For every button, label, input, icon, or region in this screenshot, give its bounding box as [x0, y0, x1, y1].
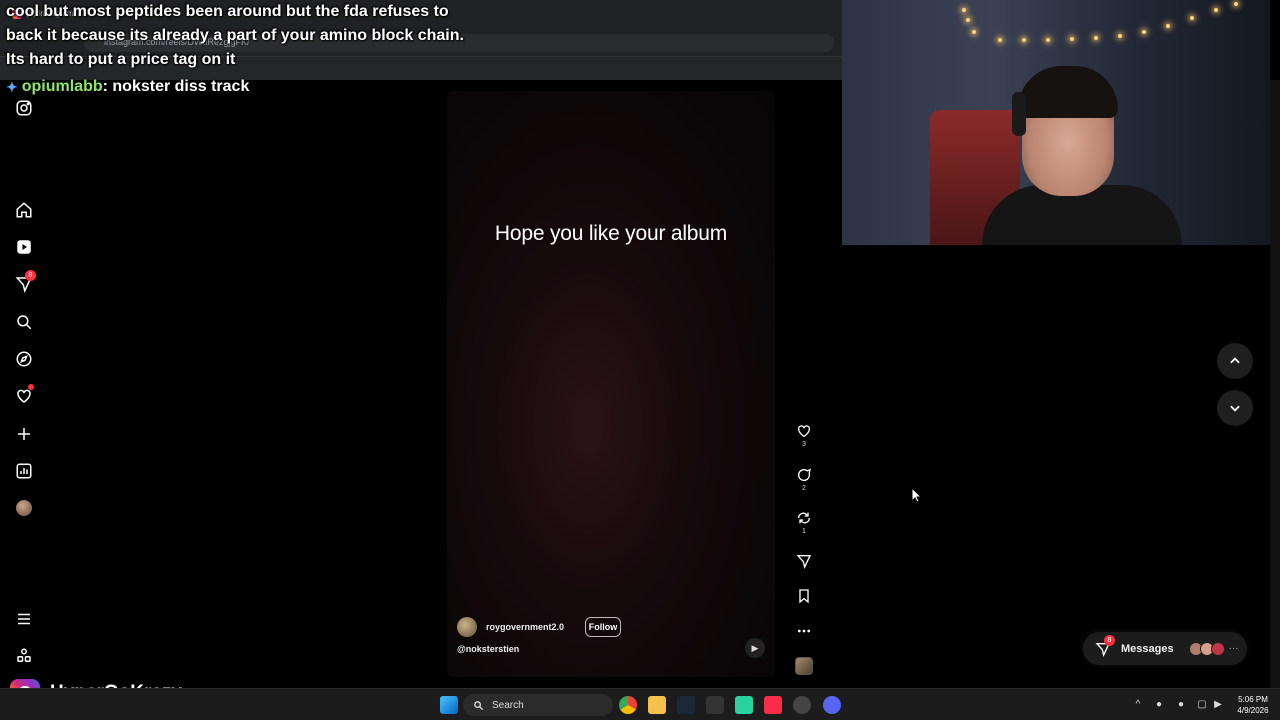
messages-pill[interactable]: 8 Messages ··· — [1083, 632, 1247, 665]
comment-button[interactable]: 2 — [792, 467, 816, 492]
taskbar-search[interactable]: Search — [463, 694, 613, 716]
meta-grid-icon[interactable] — [12, 644, 36, 668]
windows-start-icon[interactable] — [440, 696, 458, 714]
chrome-icon[interactable] — [619, 696, 637, 714]
repost-icon — [797, 512, 811, 524]
profile-avatar[interactable] — [12, 496, 36, 520]
send-icon — [796, 555, 812, 569]
heart-icon — [798, 425, 810, 438]
dashboard-icon[interactable] — [12, 459, 36, 483]
avatar[interactable] — [457, 617, 477, 637]
search-icon — [474, 700, 484, 710]
compass-icon[interactable] — [12, 347, 36, 371]
chevron-down-icon — [1230, 405, 1240, 412]
instagram-logo-icon[interactable] — [12, 96, 36, 120]
tagged-handle[interactable]: @noksterstien — [457, 644, 519, 654]
taskbar-search-label: Search — [492, 699, 524, 711]
chat-overlay: cool but most peptides been around but t… — [6, 0, 526, 72]
chat-message-line: back it because its already a part of yo… — [6, 27, 464, 44]
microphone-icon[interactable]: ● — [1175, 699, 1187, 711]
share-button[interactable] — [792, 553, 816, 569]
chat-message: ✦ opiumlabb : nokster diss track — [6, 78, 249, 96]
ellipsis-icon: ··· — [1228, 643, 1239, 654]
avatar — [1210, 641, 1225, 656]
taskbar-clock[interactable]: 5:06 PM 4/9/2026 — [1230, 694, 1276, 716]
discord-icon[interactable] — [823, 696, 841, 714]
windows-taskbar: Search ^ ● ● ▢ ▶ 5:06 PM 4/9/2026 — [0, 688, 1280, 720]
chat-message-line: cool but most peptides been around but t… — [6, 3, 449, 20]
app-icon[interactable] — [735, 696, 753, 714]
repost-button[interactable]: 1 — [792, 510, 816, 535]
headset — [1012, 92, 1026, 136]
menu-icon[interactable] — [12, 607, 36, 631]
chevron-up-icon[interactable]: ^ — [1132, 699, 1144, 711]
chat-message-line: Its hard to put a price tag on it — [6, 51, 236, 68]
chat-text: : nokster diss track — [102, 78, 250, 95]
ellipsis-icon — [798, 629, 810, 633]
reel-footer: roygovernment2.0 Follow @noksterstien ▶ — [457, 617, 765, 661]
file-explorer-icon[interactable] — [648, 696, 666, 714]
recent-contacts — [1188, 641, 1225, 656]
like-button[interactable]: 3 — [792, 423, 816, 448]
webcam-feed — [842, 0, 1270, 245]
bookmark-icon — [799, 589, 809, 604]
comment-icon — [798, 468, 811, 481]
save-button[interactable] — [792, 588, 816, 604]
chat-username: opiumlabb — [21, 78, 103, 95]
string-lights — [962, 0, 1270, 50]
app-icon[interactable] — [706, 696, 724, 714]
clock-time: 5:06 PM — [1238, 695, 1268, 704]
reel-caption: Hope you like your album — [494, 222, 728, 245]
volume-icon[interactable]: ▶ — [745, 638, 765, 658]
comment-count: 2 — [802, 485, 806, 492]
instagram-sidebar: 8 — [0, 80, 48, 688]
repost-count: 1 — [802, 528, 806, 535]
messages-label: Messages — [1121, 642, 1174, 655]
page-scrollbar[interactable] — [1270, 80, 1280, 688]
sword-icon: ✦ — [6, 78, 18, 95]
music-icon[interactable] — [764, 696, 782, 714]
heart-icon[interactable] — [12, 384, 36, 408]
send-icon[interactable]: 8 — [12, 270, 36, 296]
app-icon[interactable] — [793, 696, 811, 714]
reel-video[interactable]: Hope you like your album roygovernment2.… — [447, 91, 775, 677]
clock-date: 4/9/2026 — [1237, 706, 1269, 715]
search-icon[interactable] — [12, 310, 36, 334]
next-reel-button[interactable] — [1217, 390, 1253, 426]
like-count: 3 — [802, 441, 806, 448]
avatar — [16, 500, 32, 516]
previous-reel-button[interactable] — [1217, 343, 1253, 379]
plus-icon[interactable] — [12, 422, 36, 446]
reel-username[interactable]: roygovernment2.0 — [486, 622, 564, 632]
volume-icon[interactable]: ▶ — [1212, 699, 1224, 711]
notification-dot — [28, 384, 34, 390]
home-icon[interactable] — [12, 198, 36, 222]
chevron-up-icon — [1230, 357, 1240, 364]
reels-icon[interactable] — [12, 235, 36, 259]
messages-badge: 8 — [1104, 634, 1115, 646]
app-tray-icon[interactable]: ● — [1153, 699, 1165, 711]
display-icon[interactable]: ▢ — [1196, 699, 1208, 711]
steam-icon[interactable] — [677, 696, 695, 714]
send-icon: 8 — [1095, 634, 1115, 657]
mouse-cursor-icon — [911, 487, 923, 503]
audio-thumbnail[interactable] — [795, 657, 813, 675]
messages-badge: 8 — [25, 270, 36, 281]
follow-button[interactable]: Follow — [585, 617, 621, 637]
more-options-button[interactable] — [792, 623, 816, 639]
